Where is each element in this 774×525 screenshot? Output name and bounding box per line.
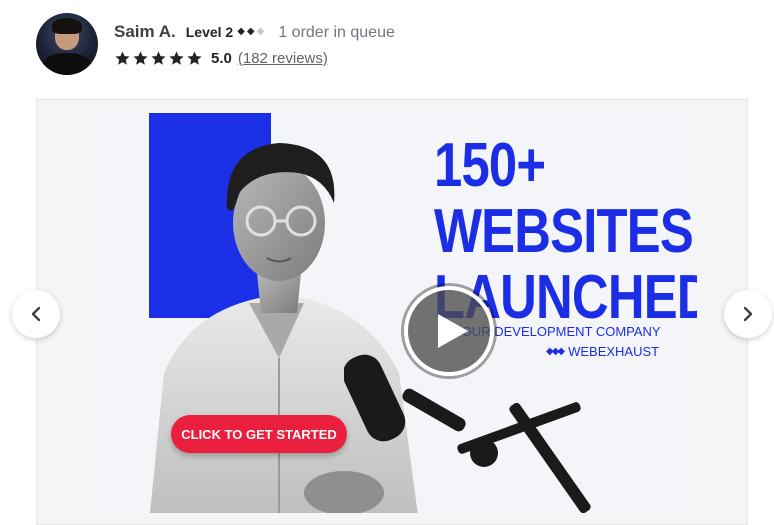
diamond-icon: ◆ xyxy=(256,25,265,37)
chevron-right-icon xyxy=(743,306,753,322)
seller-rating-row: 5.0 (182 reviews) xyxy=(114,50,395,67)
avatar-hair xyxy=(52,18,82,34)
star-icon xyxy=(115,50,130,65)
gig-gallery: 150+ WEBSITES LAUNCHED BY OUR DEVELOPMEN… xyxy=(36,99,748,525)
rating-stars xyxy=(114,50,203,67)
seller-header: Saim A. Level 2 ◆ ◆ ◆ 1 order in queue 5… xyxy=(36,12,395,76)
gallery-next-button[interactable] xyxy=(724,290,772,338)
brand-name: WEBEXHAUST xyxy=(568,344,660,359)
reviews-link[interactable]: (182 reviews) xyxy=(238,50,328,67)
star-icon xyxy=(187,50,202,65)
gallery-prev-button[interactable] xyxy=(12,290,60,338)
cta-button[interactable]: CLICK TO GET STARTED xyxy=(171,415,347,453)
level-diamonds: ◆ ◆ ◆ xyxy=(237,25,265,37)
seller-avatar[interactable] xyxy=(36,13,98,75)
chevron-left-icon xyxy=(31,306,41,322)
diamond-icon: ◆ xyxy=(237,25,245,37)
seller-name[interactable]: Saim A. xyxy=(114,22,176,42)
brand-logo-icon: ◆◆◆ xyxy=(546,346,565,357)
play-button[interactable] xyxy=(404,286,494,376)
slide-microphone-image xyxy=(344,354,591,513)
diamond-icon: ◆ xyxy=(246,25,255,37)
headline-line-2: WEBSITES xyxy=(434,197,694,266)
avatar-shoulders xyxy=(42,53,92,75)
star-icon xyxy=(151,50,166,65)
seller-name-row: Saim A. Level 2 ◆ ◆ ◆ 1 order in queue xyxy=(114,22,395,42)
seller-level: Level 2 ◆ ◆ ◆ xyxy=(186,24,265,40)
seller-level-label: Level 2 xyxy=(185,23,234,40)
slide-brand: ◆◆◆ WEBEXHAUST xyxy=(546,344,659,359)
headline-line-1: 150+ xyxy=(434,131,546,200)
seller-info: Saim A. Level 2 ◆ ◆ ◆ 1 order in queue 5… xyxy=(114,22,395,67)
reviews-count: (182 reviews) xyxy=(238,50,328,67)
rating-value: 5.0 xyxy=(211,49,232,67)
gallery-slide[interactable]: 150+ WEBSITES LAUNCHED BY OUR DEVELOPMEN… xyxy=(89,113,697,513)
play-icon xyxy=(437,314,468,348)
star-icon xyxy=(169,50,184,65)
star-icon xyxy=(133,50,148,65)
order-queue-text: 1 order in queue xyxy=(278,23,395,41)
